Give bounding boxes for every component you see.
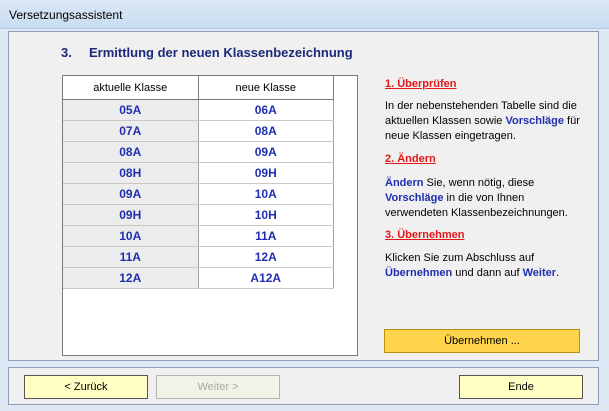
step1-section: 1. Überprüfen [385,77,585,92]
new-class-cell[interactable]: 10A [198,183,334,205]
table-row: 12A A12A [63,267,334,289]
step2-text-a: Sie, wenn nötig, diese [423,177,535,189]
step3-section: 3. Übernehmen [385,228,585,243]
current-class-cell: 08A [63,141,199,163]
table-row: 08A 09A [63,141,334,163]
page-title: 3. Ermittlung der neuen Klassenbezeichnun… [61,45,353,60]
class-table-container: aktuelle Klasse neue Klasse 05A 06A 07A … [62,75,358,356]
step1-highlight: Vorschläge [505,115,564,127]
back-button[interactable]: < Zurück [24,375,148,399]
step1-text: In der nebenstehenden Tabelle sind die a… [385,99,585,144]
table-row: 10A 11A [63,225,334,247]
current-class-cell: 09A [63,183,199,205]
step3-text-a: Klicken Sie zum Abschluss auf [385,252,535,264]
step-number: 3. [61,45,72,60]
current-class-cell: 12A [63,267,199,289]
table-row: 05A 06A [63,99,334,121]
step3-highlight-2: Weiter [522,267,557,279]
new-class-cell[interactable]: A12A [198,267,334,289]
step2-title: 2. Ändern [385,153,436,165]
current-class-cell: 05A [63,99,199,121]
new-class-cell[interactable]: 12A [198,246,334,268]
finish-button[interactable]: Ende [459,375,583,399]
current-class-cell: 08H [63,162,199,184]
step3-highlight-1: Übernehmen [385,267,453,279]
new-class-cell[interactable]: 11A [198,225,334,247]
new-class-cell[interactable]: 09H [198,162,334,184]
new-class-cell[interactable]: 06A [198,99,334,121]
step2-section: 2. Ändern [385,152,585,167]
step2-highlight-1: Ändern [385,177,424,189]
column-header-new-class: neue Klasse [198,76,334,100]
button-bar: < Zurück Weiter > Ende [8,367,599,405]
table-header-row: aktuelle Klasse neue Klasse [63,76,334,100]
step1-title: 1. Überprüfen [385,78,457,90]
next-button[interactable]: Weiter > [156,375,280,399]
current-class-cell: 10A [63,225,199,247]
new-class-cell[interactable]: 10H [198,204,334,226]
table-row: 09H 10H [63,204,334,226]
step3-title: 3. Übernehmen [385,229,465,241]
current-class-cell: 09H [63,204,199,226]
step2-highlight-2: Vorschläge [385,192,444,204]
title-bar: Versetzungsassistent [0,0,609,29]
window-title: Versetzungsassistent [9,8,123,22]
table-row: 09A 10A [63,183,334,205]
table-row: 11A 12A [63,246,334,268]
current-class-cell: 11A [63,246,199,268]
main-panel: 3. Ermittlung der neuen Klassenbezeichnun… [8,31,599,361]
table-row: 08H 09H [63,162,334,184]
column-header-current-class: aktuelle Klasse [63,76,199,100]
step3-text: Klicken Sie zum Abschluss auf Übernehmen… [385,251,585,281]
step3-text-b: und dann auf [452,267,523,279]
step3-text-c: . [556,267,560,279]
step2-text: Ändern Sie, wenn nötig, diese Vorschläge… [385,176,585,221]
apply-button[interactable]: Übernehmen ... [384,329,580,353]
current-class-cell: 07A [63,120,199,142]
step-title: Ermittlung der neuen Klassenbezeichnung [89,45,353,60]
new-class-cell[interactable]: 08A [198,120,334,142]
new-class-cell[interactable]: 09A [198,141,334,163]
class-mapping-table: aktuelle Klasse neue Klasse 05A 06A 07A … [63,76,334,289]
table-row: 07A 08A [63,120,334,142]
